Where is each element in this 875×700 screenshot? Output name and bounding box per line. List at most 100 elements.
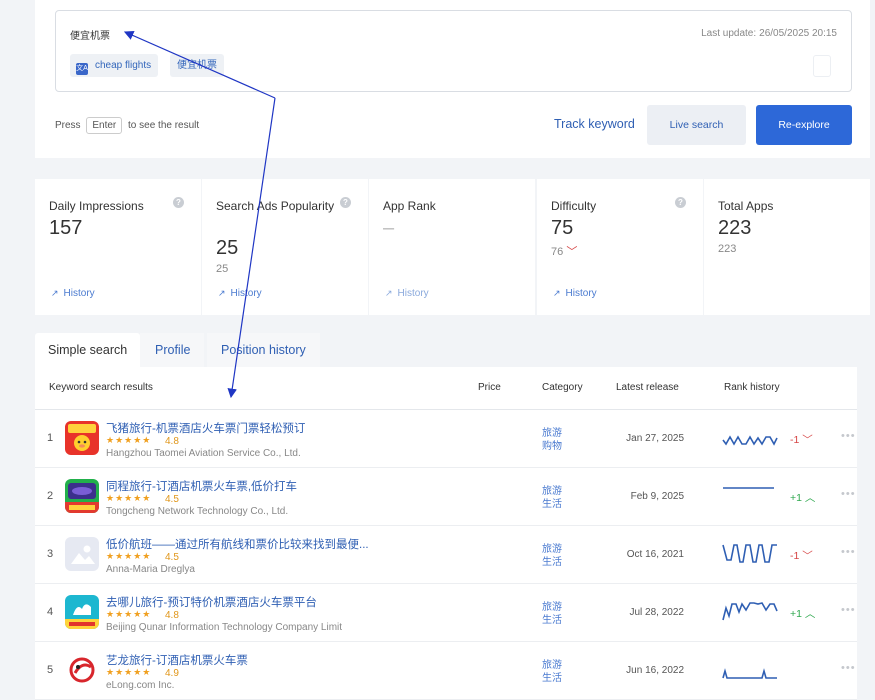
more-options-icon[interactable]: •••	[841, 604, 856, 616]
chevron-up-icon: ︿	[804, 492, 816, 504]
category-primary[interactable]: 旅游	[542, 659, 562, 672]
hint-suffix: to see the result	[128, 120, 200, 131]
search-query-text[interactable]: 便宜机票	[70, 27, 110, 42]
row-number: 1	[47, 432, 54, 444]
tab-simple-search[interactable]: Simple search	[35, 333, 140, 367]
keyword-chip[interactable]: 便宜机票	[170, 54, 224, 77]
history-link[interactable]: ↗ History	[218, 288, 262, 299]
history-label: History	[397, 288, 429, 299]
more-options-icon[interactable]: •••	[841, 546, 856, 558]
category-secondary[interactable]: 生活	[542, 672, 562, 685]
app-icon-qunar[interactable]	[65, 595, 99, 629]
table-row[interactable]: 3 低价航班——通过所有航线和票价比较来找到最便... ★★★★★ 4.5 An…	[35, 526, 857, 584]
metric-value: 75	[551, 217, 574, 239]
table-row[interactable]: 2 同程旅行-订酒店机票火车票,低价打车 ★★★★★ 4.5 Tongcheng…	[35, 468, 857, 526]
chart-icon: ↗	[385, 288, 393, 298]
rating-value: 4.5	[165, 494, 179, 505]
metric-label: Total Apps	[718, 199, 774, 213]
category-primary[interactable]: 旅游	[542, 427, 562, 440]
app-name-link[interactable]: 低价航班——通过所有航线和票价比较来找到最便...	[106, 536, 369, 552]
rank-sparkline	[722, 435, 778, 446]
tab-position-history[interactable]: Position history	[207, 333, 320, 367]
category-secondary[interactable]: 购物	[542, 440, 562, 453]
live-search-button[interactable]: Live search	[647, 105, 746, 145]
metric-search-ads-popularity: Search Ads Popularity ? 25 25 ↗ History	[202, 179, 368, 315]
header-price[interactable]: Price	[478, 382, 501, 393]
re-explore-button[interactable]: Re-explore	[756, 105, 852, 145]
last-update-value: 26/05/2025 20:15	[759, 28, 837, 39]
chevron-down-icon: ﹀	[802, 434, 813, 446]
latest-release-date: Jul 28, 2022	[629, 607, 685, 618]
history-link[interactable]: ↗ History	[553, 288, 597, 299]
history-link[interactable]: ↗ History	[51, 288, 95, 299]
hint-prefix: Press	[55, 120, 81, 131]
table-header: Keyword search results Price Category La…	[35, 367, 857, 410]
translation-chip[interactable]: 文A cheap flights	[70, 54, 159, 77]
metric-label: Daily Impressions	[49, 199, 144, 213]
more-options-icon[interactable]: •••	[841, 488, 856, 500]
more-options-icon[interactable]: •••	[841, 430, 856, 442]
rank-sparkline	[723, 487, 774, 489]
category-secondary[interactable]: 生活	[542, 556, 562, 569]
latest-release-date: Oct 16, 2021	[626, 549, 684, 560]
track-keyword-link[interactable]: Track keyword	[554, 117, 635, 131]
category-secondary[interactable]: 生活	[542, 614, 562, 627]
help-icon[interactable]: ?	[340, 197, 351, 208]
rank-delta-value: +1	[790, 608, 802, 620]
metric-sub-number: 76	[551, 246, 564, 258]
history-link[interactable]: ↗ History	[385, 288, 429, 299]
image-placeholder-icon[interactable]	[65, 537, 99, 571]
metric-daily-impressions: Daily Impressions ? 157 ↗ History	[35, 179, 201, 315]
metric-sub-value: 223	[718, 243, 737, 255]
category-primary[interactable]: 旅游	[542, 543, 562, 556]
rank-delta: +1 ︿	[790, 606, 815, 621]
search-card: 便宜机票 Last update: 26/05/2025 20:15 文A chea…	[35, 0, 870, 158]
rating-value: 4.8	[165, 610, 179, 621]
rating-value: 4.9	[165, 668, 179, 679]
metric-label: App Rank	[383, 199, 436, 213]
app-name-link[interactable]: 去哪儿旅行-预订特价机票酒店火车票平台	[106, 594, 317, 610]
header-latest-release[interactable]: Latest release	[616, 382, 679, 393]
app-icon-elong[interactable]	[65, 653, 99, 687]
metric-label: Difficulty	[551, 199, 597, 213]
last-update-label: Last update:	[701, 28, 757, 39]
help-icon[interactable]: ?	[675, 197, 686, 208]
keyword-search-box[interactable]: 便宜机票 Last update: 26/05/2025 20:15 文A chea…	[55, 10, 852, 92]
keyword-chip-label: 便宜机票	[177, 60, 217, 71]
row-number: 4	[47, 606, 54, 618]
table-row[interactable]: 5 艺龙旅行-订酒店机票火车票 ★★★★★ 4.9 eLong.com Inc.…	[35, 642, 857, 700]
app-icon-tongcheng[interactable]	[65, 479, 99, 513]
app-name-link[interactable]: 飞猪旅行-机票酒店火车票门票轻松预订	[106, 420, 305, 436]
metric-sub-value: 76 ﹀	[551, 243, 577, 259]
star-rating-icon: ★★★★★	[106, 435, 152, 445]
row-number: 5	[47, 664, 54, 676]
app-icon-fliggy[interactable]	[65, 421, 99, 455]
category-primary[interactable]: 旅游	[542, 485, 562, 498]
header-results: Keyword search results	[49, 382, 153, 393]
translate-icon: 文A	[76, 63, 88, 75]
metric-value: 157	[49, 217, 83, 239]
category-cell: 旅游 生活	[542, 485, 562, 511]
header-rank-history: Rank history	[724, 382, 780, 393]
chevron-down-icon: ﹀	[802, 550, 813, 562]
metric-label: Search Ads Popularity	[216, 199, 335, 213]
developer-name: Beijing Qunar Information Technology Com…	[106, 622, 343, 633]
header-category[interactable]: Category	[542, 382, 583, 393]
rating-value: 4.8	[165, 436, 179, 447]
help-icon[interactable]: ?	[173, 197, 184, 208]
table-row[interactable]: 1 飞猪旅行-机票酒店火车票门票轻松预订 ★★★★★ 4.8 Hangzhou …	[35, 410, 857, 468]
tab-profile[interactable]: Profile	[140, 333, 204, 367]
app-name-link[interactable]: 艺龙旅行-订酒店机票火车票	[106, 652, 248, 668]
rank-delta-value: -1	[790, 434, 800, 446]
star-rating-icon: ★★★★★	[106, 667, 152, 677]
developer-name: eLong.com Inc.	[106, 680, 175, 691]
rank-delta: +1 ︿	[790, 490, 815, 505]
developer-name: Tongcheng Network Technology Co., Ltd.	[106, 506, 289, 517]
category-primary[interactable]: 旅游	[542, 601, 562, 614]
category-secondary[interactable]: 生活	[542, 498, 562, 511]
star-rating-icon: ★★★★★	[106, 551, 152, 561]
app-name-link[interactable]: 同程旅行-订酒店机票火车票,低价打车	[106, 478, 297, 494]
table-row[interactable]: 4 去哪儿旅行-预订特价机票酒店火车票平台 ★★★★★ 4.8 Beijing …	[35, 584, 857, 642]
more-options-icon[interactable]: •••	[841, 662, 856, 674]
rank-delta-value: -1	[790, 550, 800, 562]
